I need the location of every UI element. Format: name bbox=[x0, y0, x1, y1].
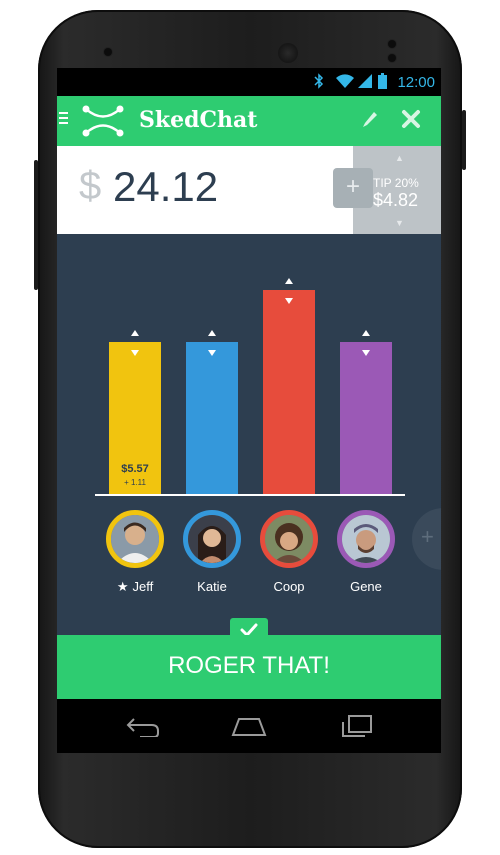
increase-share-arrow[interactable] bbox=[362, 330, 370, 336]
tip-increase-arrow[interactable]: ▲ bbox=[395, 153, 404, 163]
bill-amount-field[interactable]: $ 24.12 bbox=[57, 146, 353, 234]
tip-selector[interactable]: + ▲ TIP 20% $4.82 ▼ bbox=[333, 146, 441, 234]
person-share-bar[interactable] bbox=[263, 290, 315, 494]
increase-share-arrow[interactable] bbox=[285, 278, 293, 284]
navigation-bar bbox=[57, 699, 441, 753]
app-title: SkedChat bbox=[139, 107, 258, 133]
signal-icon bbox=[357, 73, 373, 92]
plus-icon: + bbox=[421, 524, 434, 549]
person-share-bar[interactable]: $5.57 + 1.11 bbox=[109, 342, 161, 494]
bars-baseline bbox=[95, 494, 405, 496]
share-tip-amount: + 1.11 bbox=[124, 478, 146, 487]
recent-apps-icon[interactable] bbox=[339, 714, 375, 743]
volume-button bbox=[34, 160, 38, 290]
roger-that-button[interactable]: ROGER THAT! bbox=[57, 635, 441, 699]
increase-share-arrow[interactable] bbox=[131, 330, 139, 336]
front-camera bbox=[104, 48, 112, 56]
person-name: Gene bbox=[350, 579, 382, 594]
tip-amount: $4.82 bbox=[373, 190, 419, 210]
pencil-icon[interactable] bbox=[361, 110, 379, 135]
menu-icon[interactable] bbox=[59, 112, 68, 127]
logo-icon bbox=[81, 104, 125, 143]
power-button bbox=[462, 110, 466, 170]
status-time: 12:00 bbox=[397, 74, 435, 91]
decrease-share-arrow[interactable] bbox=[362, 350, 370, 356]
increase-share-arrow[interactable] bbox=[208, 330, 216, 336]
avatar[interactable] bbox=[337, 510, 395, 568]
app-screen: 12:00 SkedChat $ 24.12 + ▲ TIP 20% $4.82… bbox=[57, 68, 441, 753]
decrease-share-arrow[interactable] bbox=[285, 298, 293, 304]
tip-decrease-arrow[interactable]: ▼ bbox=[395, 218, 404, 228]
add-person-button[interactable]: + bbox=[412, 508, 441, 570]
avatar[interactable] bbox=[106, 510, 164, 568]
person-share-bar[interactable] bbox=[340, 342, 392, 494]
person-name-label: Jeff bbox=[132, 579, 154, 594]
star-icon: ★ bbox=[116, 579, 129, 594]
person-name: Coop bbox=[273, 579, 305, 594]
decrease-share-arrow[interactable] bbox=[131, 350, 139, 356]
share-amount: $5.57 bbox=[121, 463, 149, 475]
person-share-bar[interactable] bbox=[186, 342, 238, 494]
person-name: Katie bbox=[197, 579, 227, 594]
person-name: ★ Jeff bbox=[100, 579, 170, 595]
wifi-icon bbox=[335, 73, 355, 92]
battery-icon bbox=[378, 73, 387, 92]
add-tip-button[interactable]: + bbox=[333, 168, 373, 208]
bluetooth-icon bbox=[314, 73, 324, 92]
decrease-share-arrow[interactable] bbox=[208, 350, 216, 356]
status-bar: 12:00 bbox=[57, 68, 441, 96]
earpiece-speaker bbox=[278, 43, 298, 63]
bill-amount: 24.12 bbox=[113, 163, 219, 210]
tip-label: TIP 20% bbox=[373, 176, 419, 190]
sensor bbox=[388, 40, 396, 48]
close-icon[interactable] bbox=[401, 109, 421, 134]
avatar[interactable] bbox=[183, 510, 241, 568]
app-bar: SkedChat bbox=[57, 96, 441, 146]
roger-that-label: ROGER THAT! bbox=[168, 652, 330, 679]
sensor bbox=[388, 54, 396, 62]
home-icon[interactable] bbox=[229, 715, 269, 742]
back-icon[interactable] bbox=[124, 715, 160, 742]
avatar[interactable] bbox=[260, 510, 318, 568]
currency-symbol: $ bbox=[79, 164, 102, 208]
